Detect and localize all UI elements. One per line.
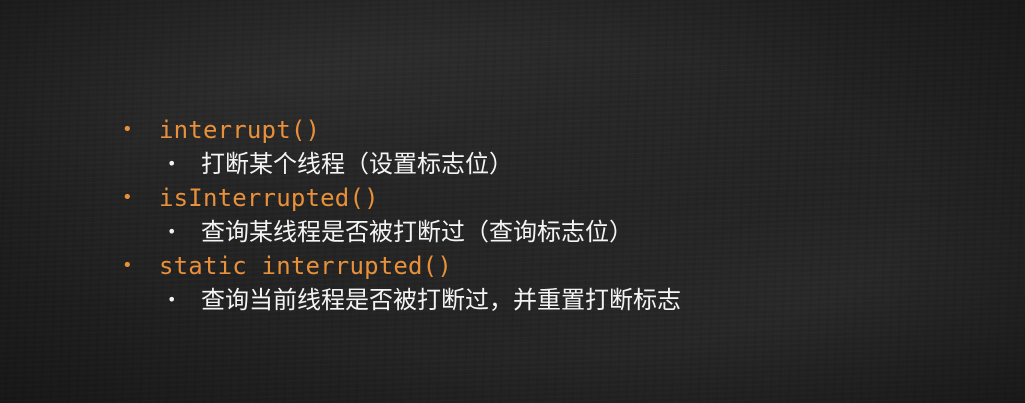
list-item-description: • 查询某线程是否被打断过（查询标志位） — [120, 215, 681, 249]
list-item-method: • isInterrupted() — [120, 181, 681, 215]
method-name: interrupt() — [159, 116, 321, 144]
bullet-icon: • — [167, 154, 177, 173]
list-item-method: • interrupt() — [120, 113, 681, 147]
bullet-list: • interrupt() • 打断某个线程（设置标志位） • isInterr… — [120, 113, 681, 317]
bullet-icon: • — [122, 187, 133, 208]
method-description: 查询某线程是否被打断过（查询标志位） — [201, 218, 633, 246]
method-description: 打断某个线程（设置标志位） — [201, 150, 513, 178]
bullet-icon: • — [122, 255, 133, 276]
method-name: static interrupted() — [159, 252, 452, 280]
bullet-icon: • — [167, 222, 177, 241]
bullet-icon: • — [122, 119, 133, 140]
list-item-description: • 打断某个线程（设置标志位） — [120, 147, 681, 181]
method-description: 查询当前线程是否被打断过，并重置打断标志 — [201, 286, 681, 314]
bullet-icon: • — [167, 290, 177, 309]
list-item-description: • 查询当前线程是否被打断过，并重置打断标志 — [120, 283, 681, 317]
list-item-method: • static interrupted() — [120, 249, 681, 283]
slide: • interrupt() • 打断某个线程（设置标志位） • isInterr… — [0, 0, 1025, 403]
method-name: isInterrupted() — [159, 184, 379, 212]
